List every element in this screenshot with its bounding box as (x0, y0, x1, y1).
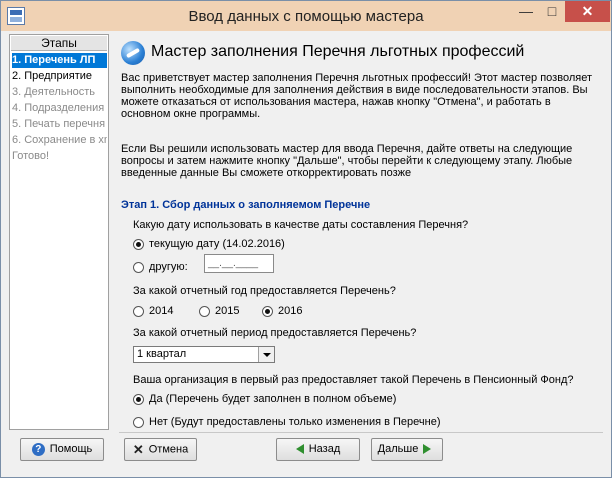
cancel-button[interactable]: ✕ Отмена (124, 438, 197, 461)
cancel-button-label: Отмена (148, 443, 189, 456)
chevron-down-icon[interactable] (258, 347, 274, 362)
arrow-right-icon (423, 444, 432, 455)
radio-other-date-label[interactable]: другую: (149, 261, 188, 273)
question-first-time: Ваша организация в первый раз предоставл… (133, 374, 574, 386)
radio-other-date[interactable] (133, 262, 144, 273)
question-date: Какую дату использовать в качестве даты … (133, 219, 469, 231)
period-select-value: 1 квартал (137, 348, 187, 360)
intro-text-2: Если Вы решили использовать мастер для в… (121, 143, 573, 179)
radio-year-2015-label[interactable]: 2015 (215, 305, 239, 317)
back-button[interactable]: Назад (276, 438, 360, 461)
radio-year-2014[interactable] (133, 306, 144, 317)
period-select[interactable]: 1 квартал (133, 346, 275, 363)
back-button-label: Назад (308, 443, 341, 455)
radio-first-yes[interactable] (133, 394, 144, 405)
step-4: 4. Подразделения (12, 102, 105, 114)
next-button-label: Дальше (377, 443, 419, 455)
close-icon: ✕ (132, 442, 144, 457)
radio-year-2014-label[interactable]: 2014 (149, 305, 173, 317)
wizard-logo-icon (121, 41, 145, 65)
question-year: За какой отчетный год предоставляется Пе… (133, 285, 396, 297)
radio-year-2016[interactable] (262, 306, 273, 317)
radio-first-no-label[interactable]: Нет (Будут предоставлены только изменени… (149, 416, 440, 428)
page-title: Мастер заполнения Перечня льготных профе… (151, 43, 525, 60)
minimize-button[interactable]: — (513, 1, 539, 22)
help-button[interactable]: ? Помощь (20, 438, 104, 461)
radio-first-no[interactable] (133, 417, 144, 428)
steps-header: Этапы (11, 36, 107, 51)
radio-current-date[interactable] (133, 239, 144, 250)
intro-text-1: Вас приветствует мастер заполнения Переч… (121, 72, 592, 120)
close-button[interactable]: ✕ (565, 1, 610, 22)
divider (119, 432, 603, 433)
title-bar[interactable]: Ввод данных с помощью мастера — □ ✕ (1, 1, 611, 31)
help-button-label: Помощь (49, 443, 93, 455)
maximize-button[interactable]: □ (539, 1, 565, 22)
question-period: За какой отчетный период предоставляется… (133, 327, 417, 339)
steps-panel: Этапы 1. Перечень ЛП 2. Предприятие 3. Д… (9, 34, 109, 430)
help-icon: ? (31, 442, 45, 456)
next-button[interactable]: Дальше (371, 438, 443, 461)
wizard-window: Ввод данных с помощью мастера — □ ✕ Этап… (0, 0, 612, 478)
radio-first-yes-label[interactable]: Да (Перечень будет заполнен в полном объ… (149, 393, 396, 405)
step-5: 5. Печать перечня (12, 118, 106, 130)
step-1[interactable]: 1. Перечень ЛП (12, 53, 107, 68)
radio-current-date-label[interactable]: текущую дату (14.02.2016) (149, 238, 285, 250)
step-3: 3. Деятельность (12, 86, 96, 98)
date-input[interactable]: __.__.____ (204, 254, 274, 273)
step-6: 6. Сохранение в xml (12, 134, 107, 146)
radio-year-2015[interactable] (199, 306, 210, 317)
section-title: Этап 1. Сбор данных о заполняемом Перечн… (121, 199, 371, 211)
radio-year-2016-label[interactable]: 2016 (278, 305, 302, 317)
step-2[interactable]: 2. Предприятие (12, 69, 107, 84)
step-done: Готово! (12, 150, 50, 162)
arrow-left-icon (295, 444, 304, 455)
